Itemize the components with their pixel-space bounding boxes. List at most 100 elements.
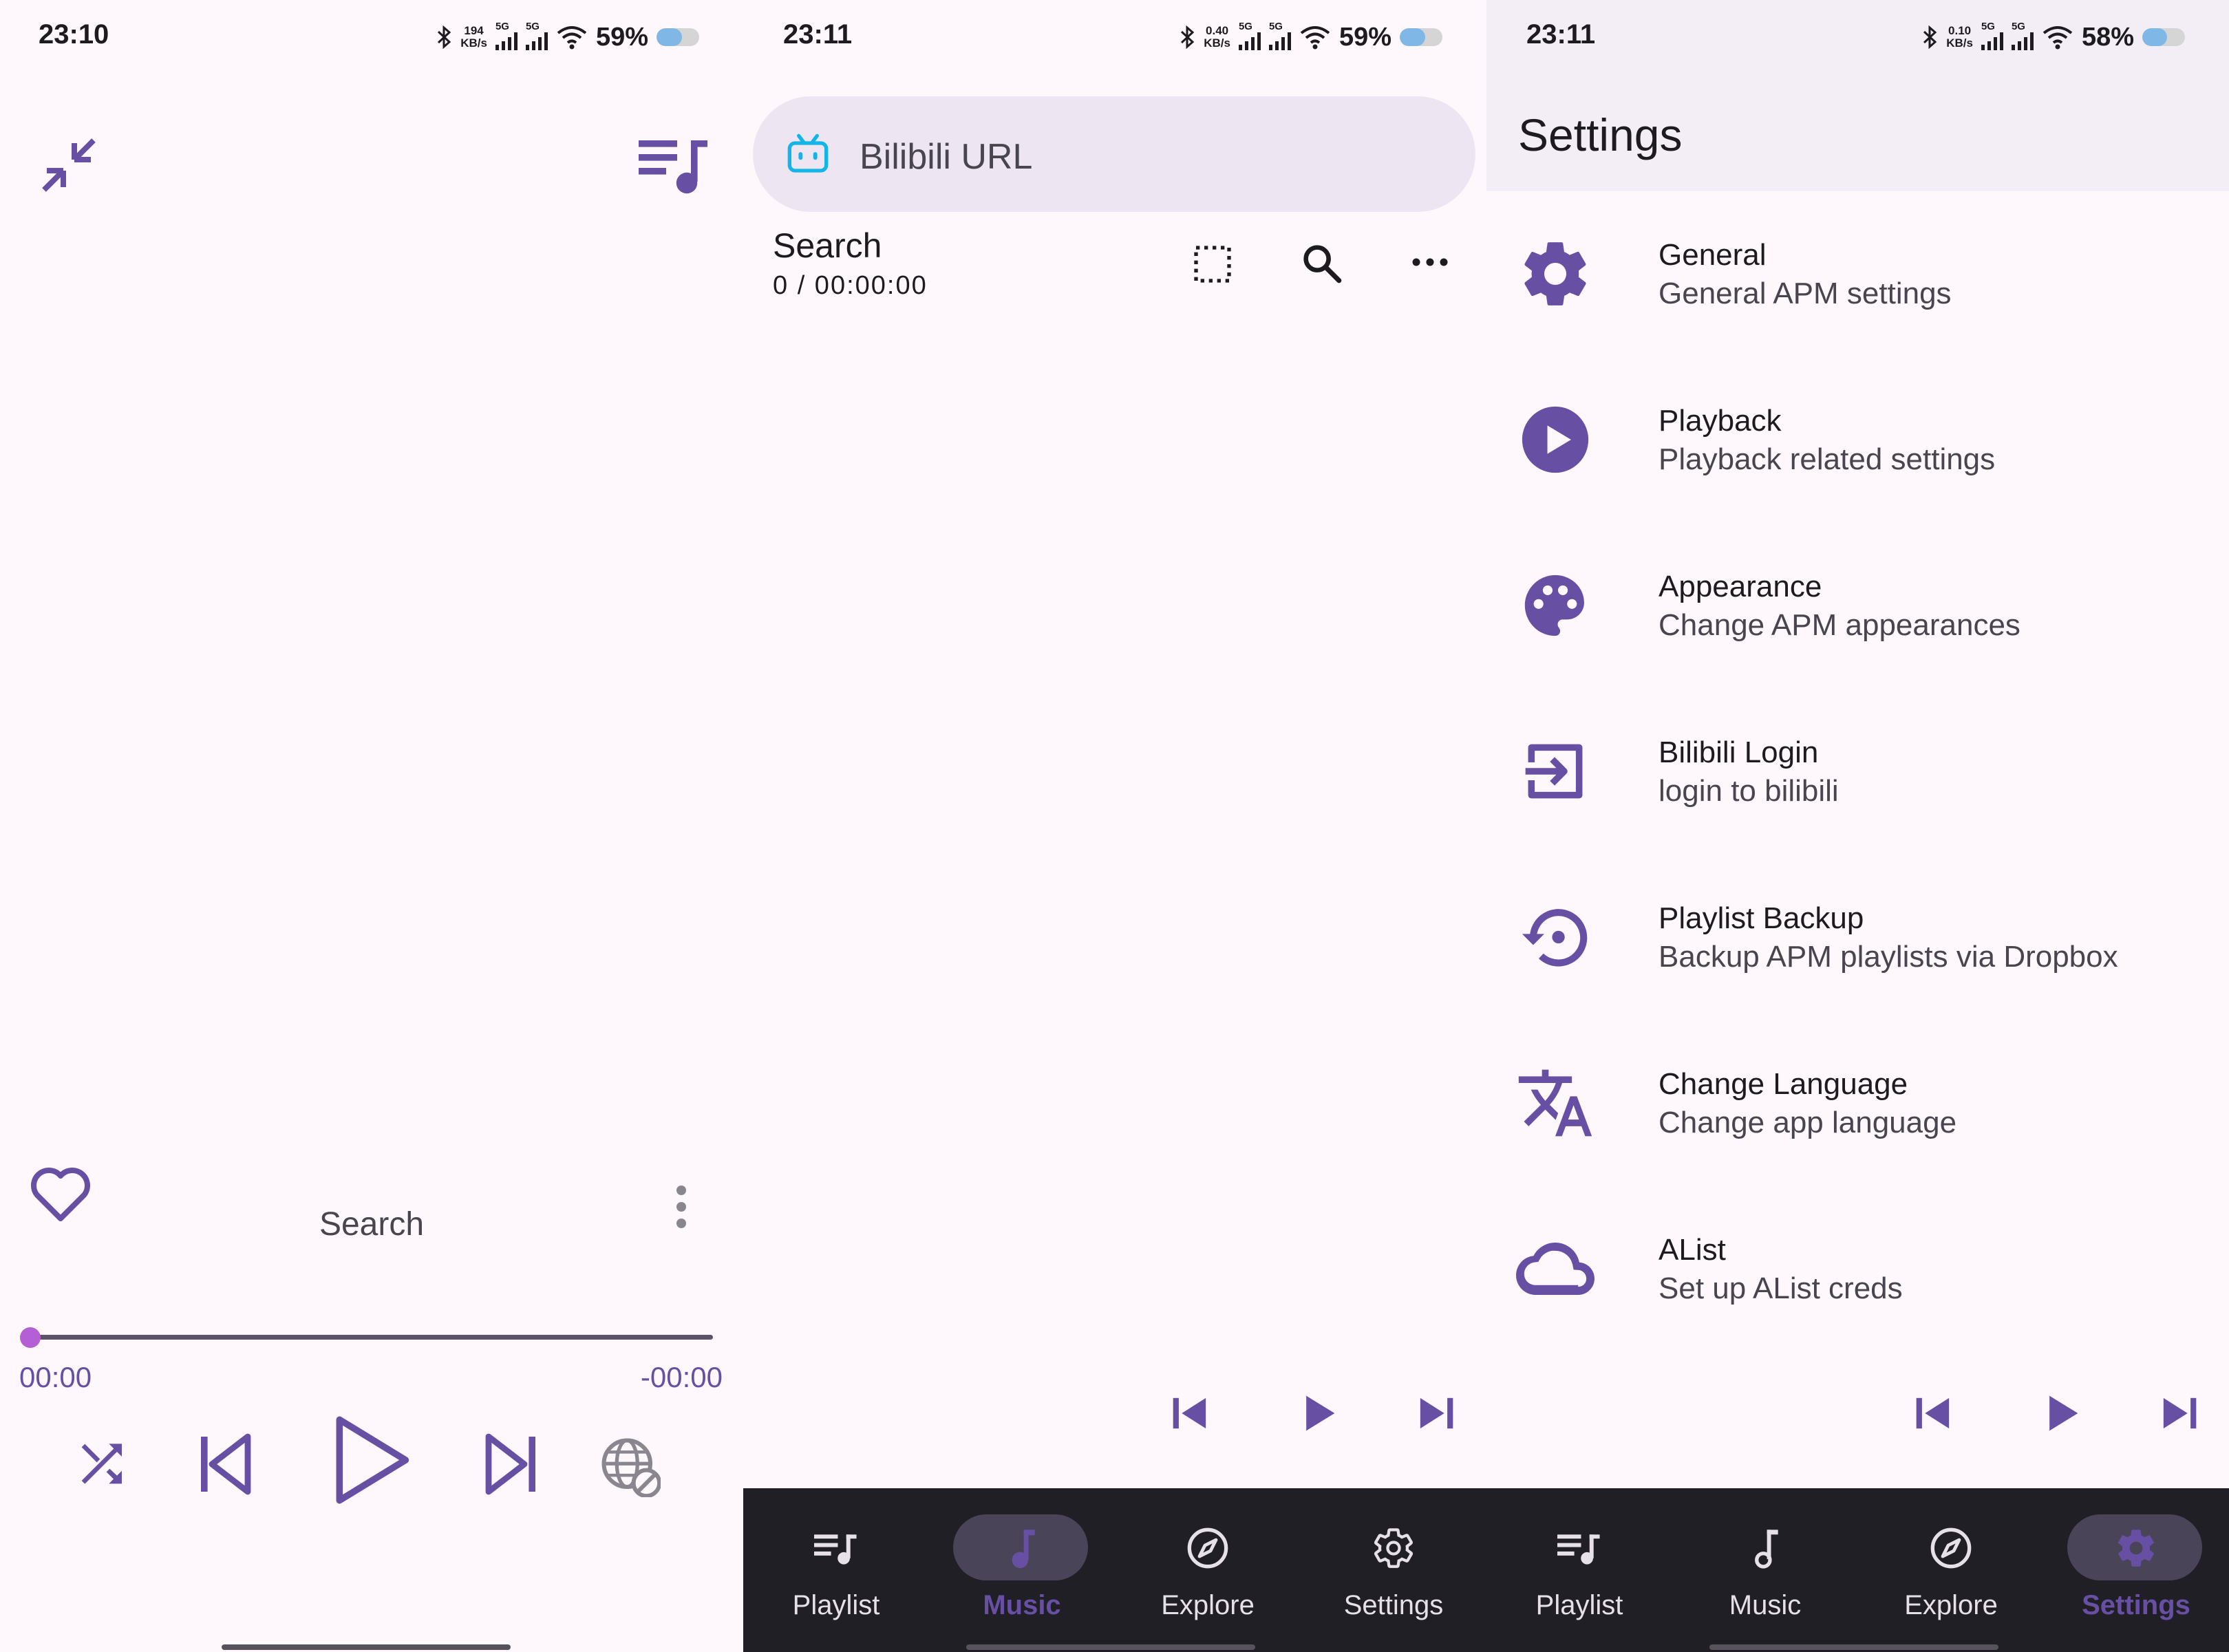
nav-label: Playlist [1535, 1590, 1623, 1620]
page-title: Settings [1518, 109, 1683, 160]
nav-music[interactable]: Music [1672, 1488, 1858, 1652]
search-icon[interactable] [1299, 241, 1345, 286]
battery-icon [2142, 28, 2185, 46]
list-title: Search [773, 226, 882, 265]
setting-general[interactable]: General General APM settings [1486, 208, 2229, 345]
setting-title: Appearance [1659, 570, 1822, 603]
status-time: 23:10 [39, 19, 109, 50]
setting-bilibili-login[interactable]: Bilibili Login login to bilibili [1486, 705, 2229, 843]
gesture-handle [222, 1644, 511, 1650]
select-all-icon[interactable] [1191, 242, 1235, 286]
net-speed: 0.40 [1206, 24, 1229, 37]
setting-subtitle: Backup APM playlists via Dropbox [1659, 940, 2118, 974]
time-elapsed: 00:00 [19, 1361, 92, 1393]
gesture-handle [966, 1644, 1255, 1650]
network-type-2: 5G [525, 20, 540, 32]
status-bar: 23:11 0.10 KB/s 5G 5G 58% [1486, 0, 2229, 76]
battery-percent: 58% [2081, 22, 2134, 52]
bilibili-url-input[interactable]: Bilibili URL [753, 96, 1475, 212]
skip-next-icon[interactable] [478, 1428, 544, 1500]
net-speed-unit: KB/s [460, 36, 487, 50]
nav-label: Explore [1904, 1590, 1998, 1620]
network-type-1: 5G [1238, 20, 1252, 32]
battery-percent: 59% [1339, 22, 1391, 52]
url-placeholder: Bilibili URL [860, 137, 1033, 177]
network-type-2: 5G [1268, 20, 1283, 32]
setting-appearance[interactable]: Appearance Change APM appearances [1486, 539, 2229, 677]
wifi-icon [2043, 26, 2073, 50]
bluetooth-icon [438, 25, 451, 49]
bluetooth-icon [1181, 25, 1195, 49]
nav-playlist[interactable]: Playlist [743, 1488, 929, 1652]
skip-previous-icon[interactable] [193, 1428, 259, 1500]
setting-title: Change Language [1659, 1067, 1908, 1101]
setting-playback[interactable]: Playback Playback related settings [1486, 374, 2229, 511]
play-circle-icon [1522, 406, 1589, 473]
translate-icon [1518, 1069, 1592, 1137]
signal-icon [525, 32, 548, 50]
setting-subtitle: General APM settings [1659, 277, 1952, 310]
player-screen: 23:10 194 KB/s 5G 5G 59% Search 00:00 -00… [0, 0, 743, 1652]
mini-skip-next-icon[interactable] [2153, 1387, 2205, 1439]
setting-title: General [1659, 238, 1767, 272]
setting-title: Playback [1659, 404, 1782, 438]
gear-icon [1374, 1528, 1414, 1568]
signal-icon [1268, 32, 1291, 50]
signal-icon [1981, 32, 2003, 50]
setting-alist[interactable]: AList Set up AList creds [1486, 1203, 2229, 1340]
setting-title: Playlist Backup [1659, 901, 1864, 935]
mini-skip-previous-icon[interactable] [1164, 1387, 1217, 1439]
status-time: 23:11 [1526, 19, 1596, 50]
playlist-icon [814, 1534, 857, 1565]
battery-icon [1400, 28, 1442, 46]
setting-change-language[interactable]: Change Language Change app language [1486, 1037, 2229, 1174]
status-bar: 23:11 0.40 KB/s 5G 5G 59% [743, 0, 1486, 76]
login-icon [1525, 744, 1583, 799]
bottom-navigation: Playlist Music Explore Settings [1486, 1488, 2229, 1652]
setting-subtitle: login to bilibili [1659, 774, 1839, 808]
nav-music[interactable]: Music [929, 1488, 1115, 1652]
play-button[interactable] [325, 1412, 413, 1508]
nav-label: Playlist [792, 1590, 880, 1620]
time-remaining: -00:00 [640, 1361, 723, 1393]
gear-icon [1524, 242, 1586, 305]
mini-skip-previous-icon[interactable] [1908, 1387, 1960, 1439]
signal-icon [1238, 32, 1261, 50]
mini-play-icon[interactable] [2034, 1387, 2087, 1439]
gesture-handle [1709, 1644, 1998, 1650]
nav-explore[interactable]: Explore [1115, 1488, 1301, 1652]
nav-playlist[interactable]: Playlist [1486, 1488, 1672, 1652]
shuffle-icon[interactable] [76, 1438, 131, 1493]
nav-explore[interactable]: Explore [1858, 1488, 2044, 1652]
seek-thumb[interactable] [20, 1327, 41, 1348]
minimize-player-button[interactable] [36, 132, 102, 198]
queue-music-icon[interactable] [639, 135, 710, 195]
wifi-icon [557, 26, 587, 50]
seek-bar[interactable] [30, 1335, 713, 1340]
mini-skip-next-icon[interactable] [1409, 1387, 1462, 1439]
nav-label: Explore [1161, 1590, 1255, 1620]
nav-settings[interactable]: Settings [2043, 1488, 2229, 1652]
nav-label: Music [1729, 1590, 1802, 1620]
nav-label: Settings [2082, 1590, 2190, 1620]
more-options-icon[interactable] [672, 1183, 691, 1230]
network-type-1: 5G [1981, 20, 1995, 32]
nav-label: Settings [1343, 1590, 1444, 1620]
backup-restore-icon [1522, 909, 1588, 967]
gear-icon [2118, 1530, 2154, 1567]
list-meta: 0 / 00:00:00 [773, 271, 928, 300]
music-screen: 23:11 0.40 KB/s 5G 5G 59% Bilibili URL Se… [743, 0, 1486, 1652]
setting-playlist-backup[interactable]: Playlist Backup Backup APM playlists via… [1486, 871, 2229, 1009]
music-note-icon [1755, 1530, 1778, 1569]
compass-icon [1187, 1527, 1228, 1569]
compass-icon [1930, 1527, 1972, 1569]
nav-settings[interactable]: Settings [1301, 1488, 1486, 1652]
more-horiz-icon[interactable] [1409, 252, 1451, 272]
playlist-icon [1557, 1534, 1600, 1565]
mini-play-icon[interactable] [1291, 1387, 1343, 1439]
setting-subtitle: Playback related settings [1659, 442, 1996, 476]
bottom-navigation: Playlist Music Explore Settings [743, 1488, 1486, 1652]
globe-disabled-icon[interactable] [599, 1435, 661, 1497]
network-type-1: 5G [495, 20, 509, 32]
setting-title: AList [1659, 1233, 1726, 1267]
